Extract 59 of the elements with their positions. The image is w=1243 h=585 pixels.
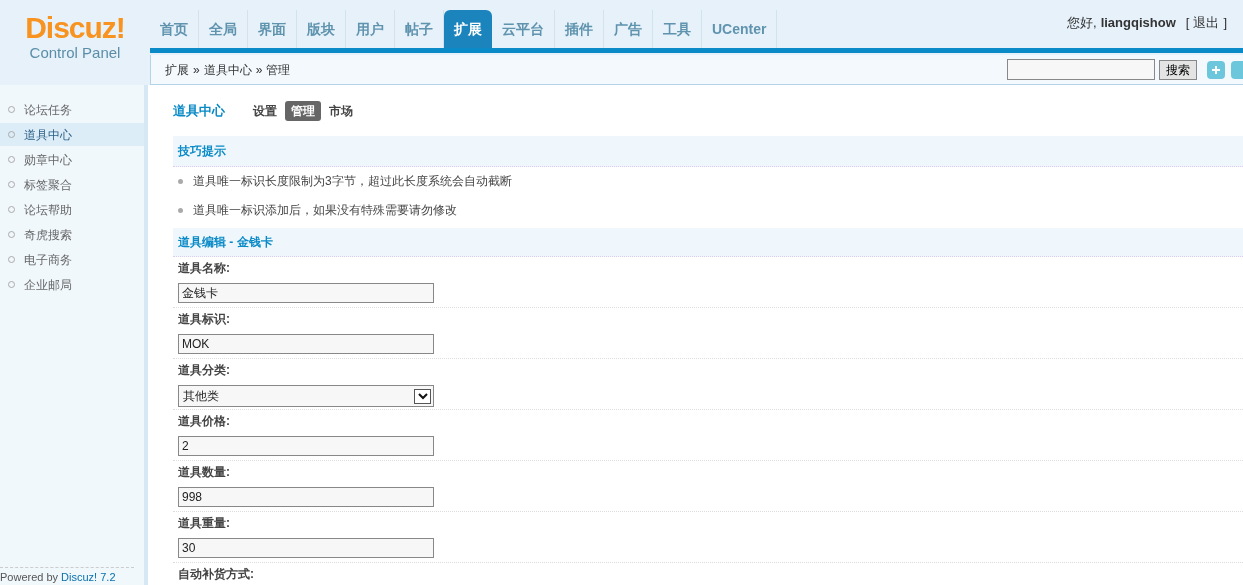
breadcrumb-item: 道具中心 bbox=[203, 61, 252, 79]
sidebar-item[interactable]: 标签聚合 bbox=[0, 173, 144, 196]
discuz-link[interactable]: Discuz! 7.2 bbox=[61, 570, 116, 585]
text-field[interactable]: MOK bbox=[178, 334, 434, 354]
field-label: 道具标识: bbox=[177, 311, 231, 328]
page-title: 道具中心 bbox=[173, 101, 225, 120]
tip-text: 道具唯一标识添加后，如果没有特殊需要请勿修改 bbox=[193, 202, 457, 220]
breadcrumb-separator: » bbox=[255, 61, 263, 79]
breadcrumb-item: 扩展 bbox=[165, 61, 189, 79]
tip-text: 道具唯一标识长度限制为3字节，超过此长度系统会自动截断 bbox=[193, 173, 512, 191]
sub-tab[interactable]: 管理 bbox=[285, 100, 321, 121]
field-label: 道具分类: bbox=[177, 362, 231, 379]
category-select[interactable]: 其他类 bbox=[178, 385, 434, 407]
sidebar-item[interactable]: 勋章中心 bbox=[0, 148, 144, 171]
field-label: 道具重量: bbox=[177, 515, 231, 532]
sub-tab[interactable]: 设置 bbox=[251, 100, 279, 121]
sidebar-item[interactable]: 企业邮局 bbox=[0, 273, 144, 296]
sidebar-item[interactable]: 道具中心 bbox=[0, 123, 144, 146]
sidebar-item-label: 勋章中心 bbox=[24, 151, 72, 169]
chevron-down-icon bbox=[414, 388, 431, 404]
text-field[interactable]: 30 bbox=[178, 538, 434, 558]
field-label: 自动补货方式: bbox=[177, 566, 255, 583]
sidebar-item-label: 道具中心 bbox=[24, 126, 72, 144]
sidebar-item[interactable]: 奇虎搜索 bbox=[0, 223, 144, 246]
bullet-icon bbox=[178, 207, 183, 213]
logo-subtitle: Control Panel bbox=[29, 44, 121, 62]
bracket-text: [ bbox=[1185, 14, 1190, 32]
sidebar-item[interactable]: 电子商务 bbox=[0, 248, 144, 271]
logo-text: Discuz! bbox=[25, 12, 125, 44]
sidebar-item-label: 企业邮局 bbox=[24, 276, 72, 294]
sidebar-item-label: 论坛帮助 bbox=[24, 201, 72, 219]
field-label: 道具数量: bbox=[177, 464, 231, 481]
shortcut-icon[interactable] bbox=[1231, 60, 1243, 79]
sidebar-item[interactable]: 论坛任务 bbox=[0, 98, 144, 121]
username: liangqishow bbox=[1100, 14, 1176, 32]
search-button[interactable]: 搜索 bbox=[1159, 59, 1197, 80]
sidebar-item-label: 奇虎搜索 bbox=[24, 226, 72, 244]
sidebar-item-label: 论坛任务 bbox=[24, 101, 72, 119]
sidebar-item-label: 标签聚合 bbox=[24, 176, 72, 194]
add-icon[interactable] bbox=[1207, 60, 1225, 79]
text-field[interactable]: 998 bbox=[178, 487, 434, 507]
section-title: 技巧提示 bbox=[178, 142, 226, 160]
section-title: 道具编辑 - 金钱卡 bbox=[178, 233, 273, 251]
bullet-icon bbox=[178, 178, 183, 184]
sidebar-item-label: 电子商务 bbox=[24, 251, 72, 269]
text-field[interactable]: 2 bbox=[178, 436, 434, 456]
footer-text: Powered by bbox=[0, 570, 59, 585]
field-label: 道具名称: bbox=[177, 260, 231, 277]
text-field[interactable]: 金钱卡 bbox=[178, 283, 434, 303]
logout-link[interactable]: 退出 bbox=[1193, 13, 1220, 33]
search-field[interactable] bbox=[1007, 59, 1155, 80]
field-label: 道具价格: bbox=[177, 413, 231, 430]
sidebar-item[interactable]: 论坛帮助 bbox=[0, 198, 144, 221]
breadcrumb-item: 管理 bbox=[266, 61, 291, 79]
breadcrumb-separator: » bbox=[193, 61, 200, 79]
greeting-text: 您好, bbox=[1067, 14, 1097, 32]
sub-tab[interactable]: 市场 bbox=[327, 100, 355, 121]
nav-tab[interactable]: 扩展 bbox=[444, 10, 492, 48]
bracket-text: ] bbox=[1223, 14, 1227, 32]
